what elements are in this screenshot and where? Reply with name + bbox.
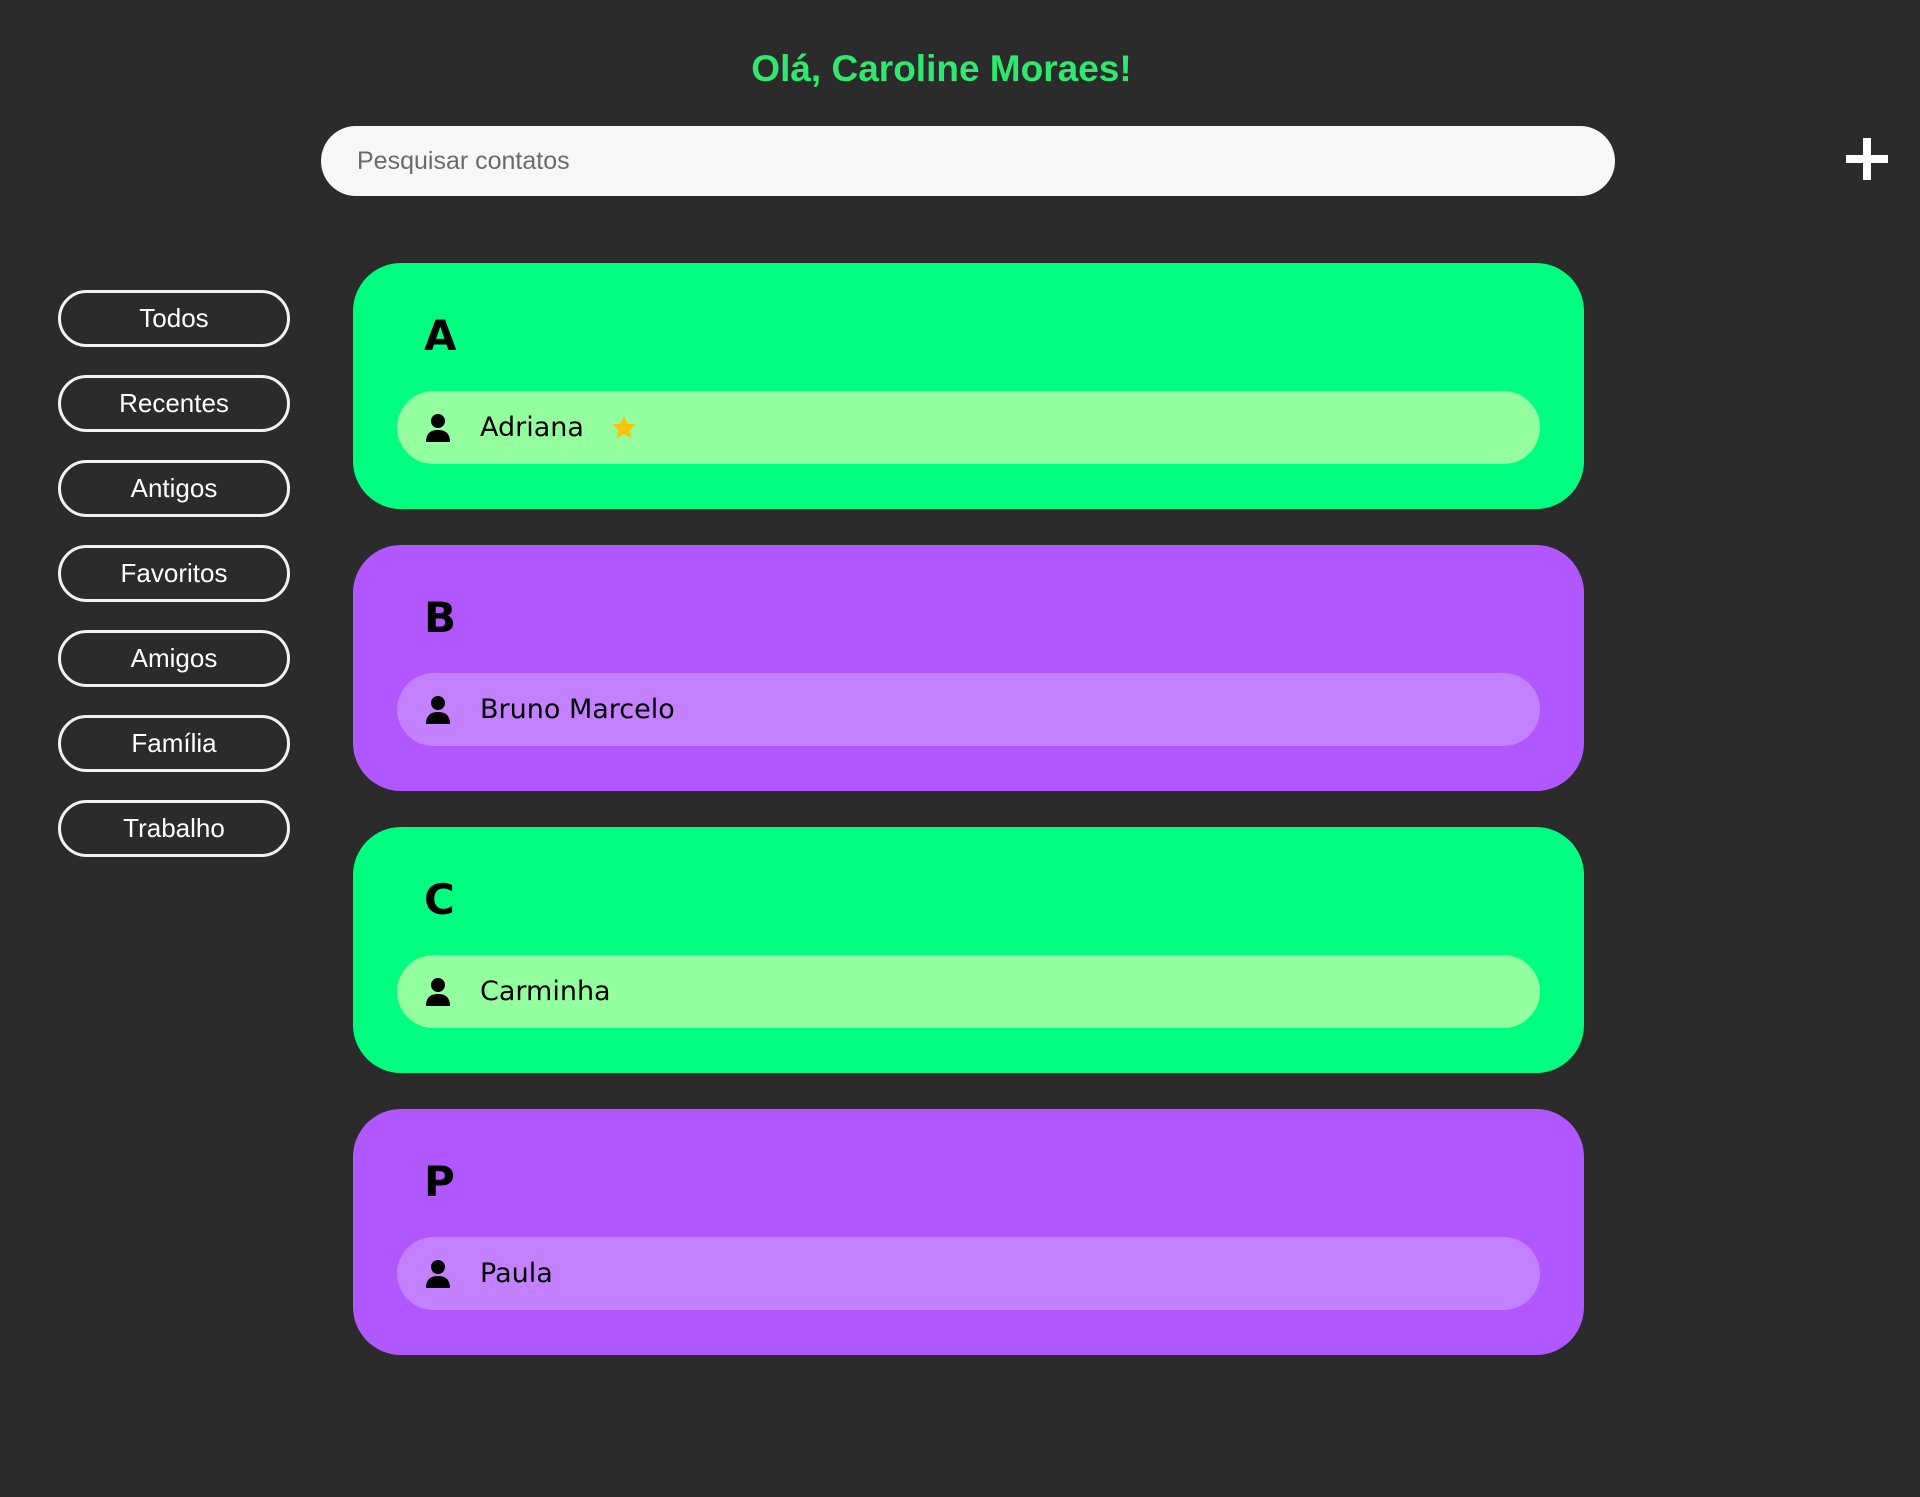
filter-favoritos-button[interactable]: Favoritos [58, 545, 290, 602]
contact-groups: A Adriana B Bruno Marcelo C Carminha P P… [353, 263, 1584, 1391]
filter-todos-button[interactable]: Todos [58, 290, 290, 347]
contact-name: Adriana [480, 412, 584, 443]
contact-group-b: B Bruno Marcelo [353, 545, 1584, 791]
contact-item[interactable]: Bruno Marcelo [397, 673, 1540, 746]
person-icon [425, 1259, 451, 1289]
contact-item[interactable]: Paula [397, 1237, 1540, 1310]
favorite-star-icon [610, 414, 638, 442]
plus-icon [1846, 138, 1888, 180]
group-letter: A [424, 311, 457, 360]
greeting-title: Olá, Caroline Moraes! [751, 48, 1132, 89]
filter-antigos-button[interactable]: Antigos [58, 460, 290, 517]
contact-item[interactable]: Adriana [397, 391, 1540, 464]
contact-group-c: C Carminha [353, 827, 1584, 1073]
contact-group-p: P Paula [353, 1109, 1584, 1355]
filter-sidebar: Todos Recentes Antigos Favoritos Amigos … [58, 290, 290, 857]
group-letter: P [424, 1157, 455, 1206]
search-input[interactable] [321, 126, 1615, 196]
add-contact-button[interactable] [1838, 130, 1896, 188]
person-icon [425, 413, 451, 443]
filter-recentes-button[interactable]: Recentes [58, 375, 290, 432]
contact-name: Paula [480, 1258, 553, 1289]
contact-name: Carminha [480, 976, 611, 1007]
group-letter: B [424, 593, 457, 642]
contact-item[interactable]: Carminha [397, 955, 1540, 1028]
group-letter: C [424, 875, 455, 924]
contact-group-a: A Adriana [353, 263, 1584, 509]
filter-trabalho-button[interactable]: Trabalho [58, 800, 290, 857]
person-icon [425, 695, 451, 725]
person-icon [425, 977, 451, 1007]
filter-familia-button[interactable]: Família [58, 715, 290, 772]
contact-name: Bruno Marcelo [480, 694, 675, 725]
filter-amigos-button[interactable]: Amigos [58, 630, 290, 687]
